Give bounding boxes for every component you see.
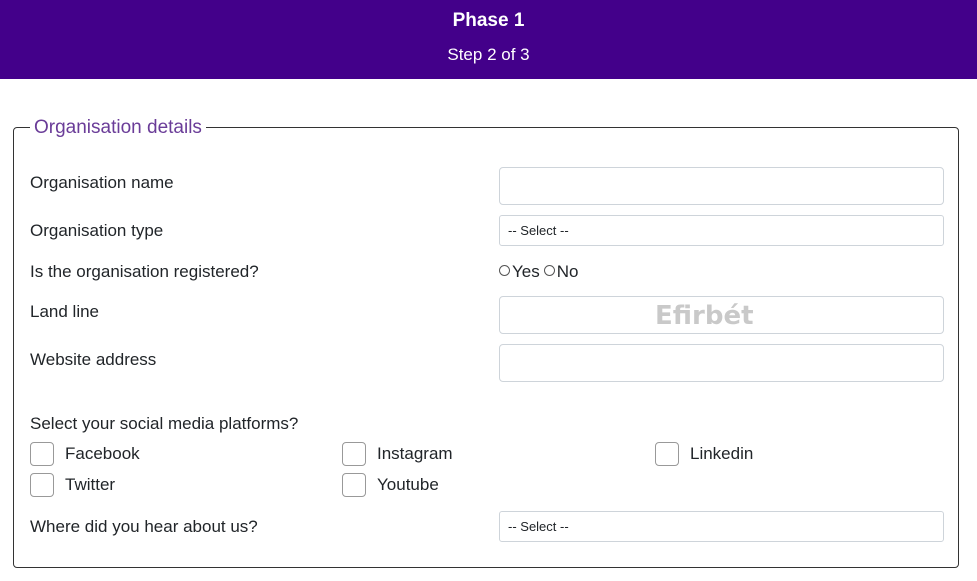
youtube-label: Youtube (377, 475, 439, 494)
organisation-type-selected: -- Select -- (508, 223, 569, 238)
organisation-name-label: Organisation name (30, 173, 174, 192)
instagram-label: Instagram (377, 444, 453, 463)
social-media-label: Select your social media platforms? (30, 414, 299, 433)
land-line-label: Land line (30, 302, 100, 321)
registered-yes-radio[interactable] (499, 265, 510, 277)
organisation-type-label: Organisation type (30, 221, 164, 240)
twitter-label: Twitter (65, 475, 116, 494)
linkedin-checkbox[interactable] (655, 442, 679, 466)
hear-about-us-label: Where did you hear about us? (30, 517, 258, 536)
linkedin-label: Linkedin (690, 444, 754, 463)
hear-about-us-selected: -- Select -- (508, 519, 569, 534)
hear-about-us-select[interactable]: -- Select -- (499, 511, 944, 542)
registered-no-label: No (556, 262, 579, 281)
website-address-label: Website address (30, 350, 157, 369)
facebook-checkbox[interactable] (30, 442, 54, 466)
registered-radio-group: Yes No (499, 262, 582, 282)
registered-yes-label: Yes (512, 262, 540, 281)
website-address-input[interactable] (499, 344, 944, 382)
fieldset-legend: Organisation details (30, 116, 206, 140)
page-header: Phase 1 Step 2 of 3 (0, 0, 977, 79)
instagram-checkbox[interactable] (342, 442, 366, 466)
organisation-name-input[interactable] (499, 167, 944, 205)
youtube-checkbox[interactable] (342, 473, 366, 497)
twitter-checkbox[interactable] (30, 473, 54, 497)
registered-label: Is the organisation registered? (30, 262, 259, 281)
registered-no-radio[interactable] (543, 265, 555, 277)
step-indicator: Step 2 of 3 (447, 45, 530, 64)
facebook-label: Facebook (65, 444, 140, 463)
organisation-type-select[interactable]: -- Select -- (499, 215, 944, 246)
watermark-logo: Efirbét (655, 301, 754, 331)
phase-title: Phase 1 (452, 10, 525, 31)
